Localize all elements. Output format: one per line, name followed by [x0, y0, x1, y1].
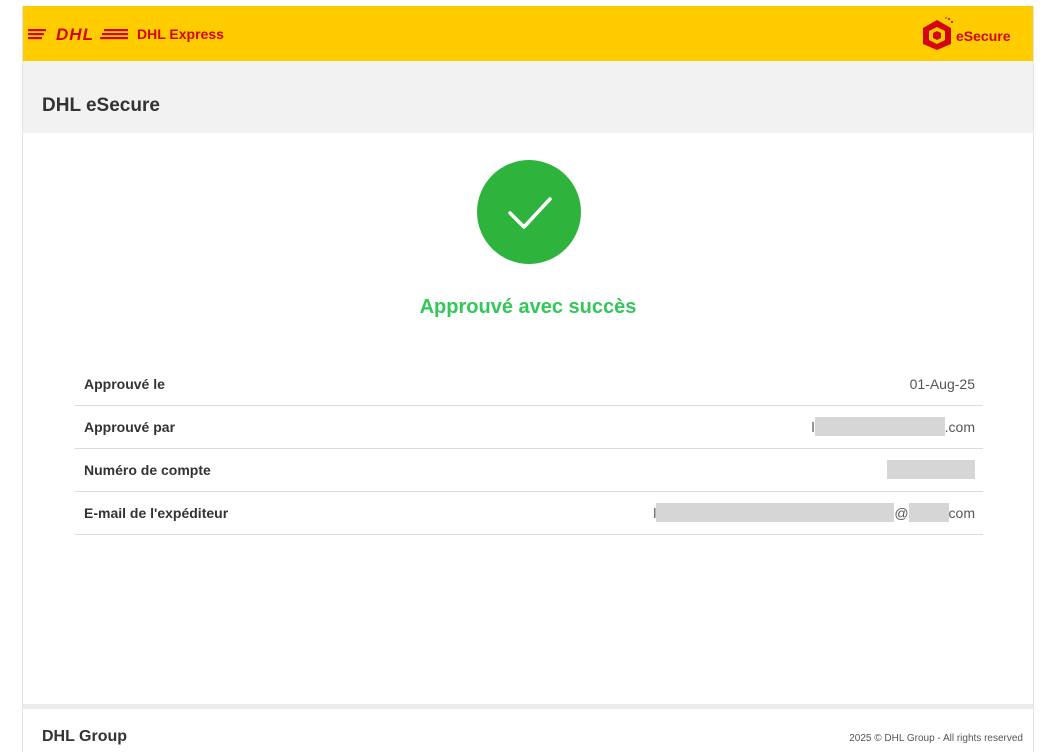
success-badge	[477, 160, 581, 264]
approval-details-table: Approuvé le 01-Aug-25 Approuvé par l .com…	[75, 363, 983, 535]
brand-name: DHL Express	[137, 26, 224, 42]
redaction-block	[814, 417, 945, 437]
detail-row-account-number: Numéro de compte	[75, 449, 983, 492]
page-title: DHL eSecure	[42, 95, 160, 116]
account-number-label: Numéro de compte	[84, 462, 211, 478]
approved-on-value: 01-Aug-25	[909, 376, 975, 392]
page-header: DHL eSecure	[23, 61, 1033, 133]
sender-email-at: @	[894, 505, 909, 521]
footer-divider	[23, 704, 1033, 709]
redaction-block	[656, 503, 895, 523]
redaction-block	[887, 460, 975, 480]
sender-email-value: l @ com	[653, 503, 975, 523]
esecure-logo-text: eSecure	[956, 28, 1011, 44]
detail-row-approved-by: Approuvé par l .com	[75, 406, 983, 449]
dhl-logo: DHL	[28, 25, 128, 44]
detail-row-approved-on: Approuvé le 01-Aug-25	[75, 363, 983, 406]
approved-by-value: l .com	[812, 417, 975, 437]
sender-email-label: E-mail de l'expéditeur	[84, 505, 229, 521]
status-title: Approuvé avec succès	[419, 296, 637, 318]
footer-company: DHL Group	[42, 728, 128, 745]
footer-copyright: 2025 © DHL Group - All rights reserved	[849, 733, 1023, 744]
approved-by-label: Approuvé par	[84, 419, 176, 435]
esecure-cube-icon	[923, 17, 953, 50]
approved-by-suffix: .com	[944, 419, 975, 435]
approved-on-label: Approuvé le	[84, 376, 165, 392]
top-bar: DHL DHL Express eSecure	[23, 6, 1033, 61]
detail-row-sender-email: E-mail de l'expéditeur l @ com	[75, 492, 983, 535]
account-number-value	[887, 460, 975, 480]
esecure-logo: eSecure	[919, 16, 1029, 52]
checkmark-icon	[508, 197, 552, 229]
redaction-block	[908, 503, 949, 523]
dhl-logo-text: DHL	[56, 25, 94, 44]
sender-email-suffix: com	[948, 505, 975, 521]
esecure-page: DHL DHL Express eSecure DHL eSecure Appr…	[22, 6, 1034, 752]
